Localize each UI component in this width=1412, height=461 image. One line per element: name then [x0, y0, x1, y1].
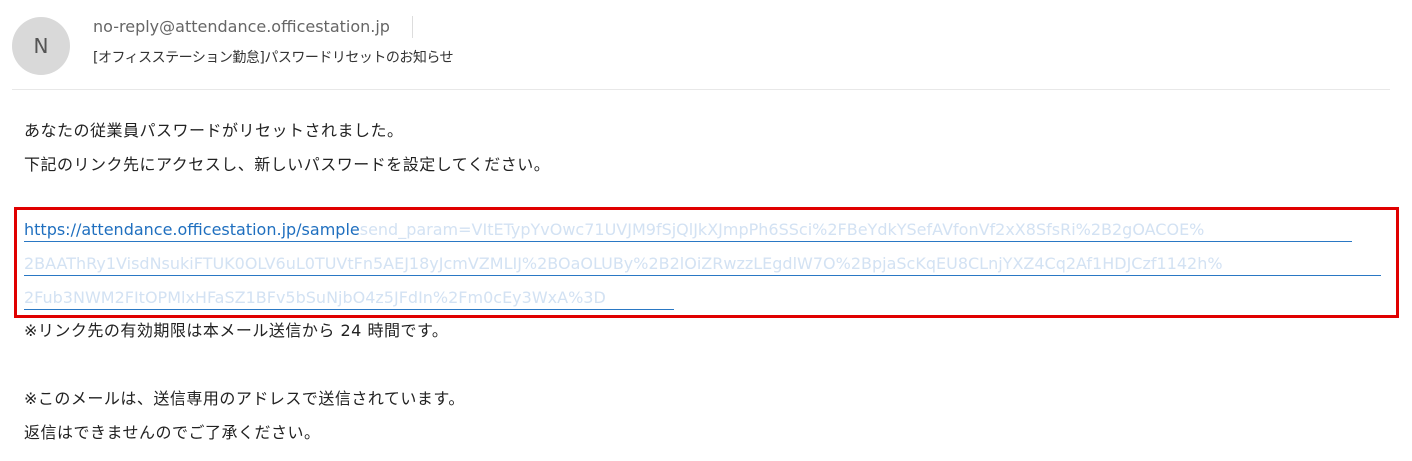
- body-line-no-reply: 返信はできませんのでご了承ください。: [24, 423, 321, 442]
- body-line-instruction: 下記のリンク先にアクセスし、新しいパスワードを設定してください。: [24, 155, 551, 174]
- email-subject: [オフィスステーション勤怠]パスワードリセットのお知らせ: [93, 50, 454, 66]
- header-divider: [12, 89, 1390, 90]
- avatar: N: [12, 17, 70, 75]
- reset-link-line-1[interactable]: https://attendance.officestation.jp/samp…: [24, 219, 1352, 242]
- email-header: N no-reply@attendance.officestation.jp […: [0, 0, 1412, 90]
- avatar-initial: N: [33, 34, 49, 58]
- body-line-expiry: ※リンク先の有効期限は本メール送信から 24 時間です。: [24, 321, 449, 340]
- body-line-reset-notice: あなたの従業員パスワードがリセットされました。: [24, 121, 404, 140]
- reset-link-line-2[interactable]: 2BAAThRy1VisdNsukiFTUK0OLV6uL0TUVtFn5AEJ…: [24, 253, 1381, 276]
- body-line-noreply-note: ※このメールは、送信専用のアドレスで送信されています。: [24, 389, 465, 408]
- sender-address[interactable]: no-reply@attendance.officestation.jp: [93, 16, 413, 38]
- reset-link-visible-text[interactable]: https://attendance.officestation.jp/samp…: [24, 220, 360, 239]
- reset-link-faded-text[interactable]: send_param=VItETypYvOwc71UVJM9fSjQlJkXJm…: [360, 220, 1205, 239]
- reset-link-line-3[interactable]: 2Fub3NWM2FItOPMlxHFaSZ1BFv5bSuNjbO4z5JFd…: [24, 287, 674, 310]
